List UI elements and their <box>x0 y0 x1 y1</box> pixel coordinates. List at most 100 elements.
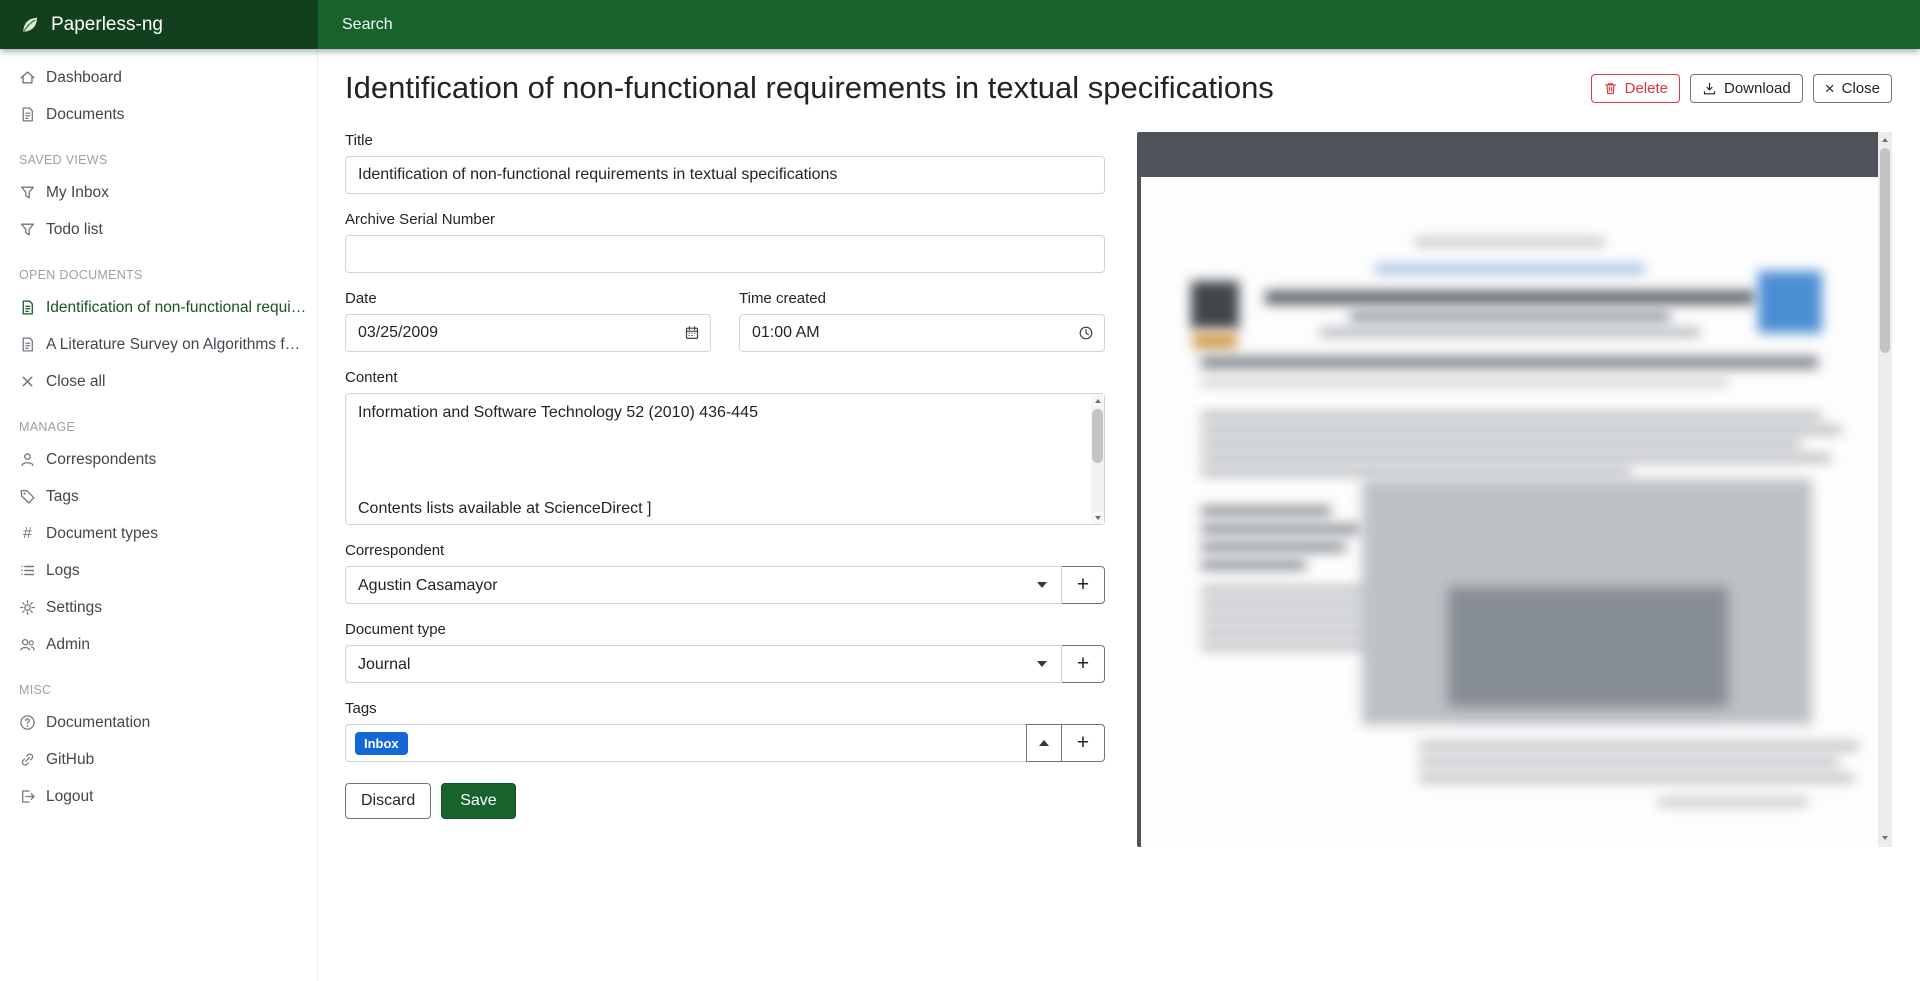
preview-blur-decoration <box>1191 281 1239 329</box>
sidebar-item-tags[interactable]: Tags <box>0 478 317 515</box>
correspondent-label: Correspondent <box>345 542 1105 559</box>
scroll-up-button[interactable] <box>1091 394 1104 407</box>
add-correspondent-button[interactable]: + <box>1061 566 1105 604</box>
file-icon <box>19 336 36 353</box>
sidebar-item-dashboard[interactable]: Dashboard <box>0 59 317 96</box>
tags-dropdown-button[interactable] <box>1026 724 1062 762</box>
sidebar-item-close-all[interactable]: Close all <box>0 363 317 400</box>
scroll-up-button[interactable] <box>1878 133 1892 147</box>
sidebar-item-label: Logs <box>46 562 80 580</box>
sidebar-item-correspondents[interactable]: Correspondents <box>0 441 317 478</box>
content-textarea[interactable]: Information and Software Technology 52 (… <box>345 393 1105 525</box>
archive-serial-number-input[interactable] <box>345 235 1105 273</box>
sidebar-item-settings[interactable]: Settings <box>0 589 317 626</box>
preview-blur-decoration <box>1265 291 1755 304</box>
preview-blur-decoration <box>1201 441 1801 447</box>
tags-input[interactable]: Inbox <box>345 724 1027 762</box>
page-title: Identification of non-functional require… <box>345 70 1274 106</box>
sidebar-item-logout[interactable]: Logout <box>0 778 317 815</box>
preview-blur-decoration <box>1201 455 1831 461</box>
brand[interactable]: Paperless-ng <box>0 0 318 49</box>
document-type-select[interactable]: Journal <box>345 645 1062 683</box>
hash-icon: # <box>19 525 36 542</box>
sidebar-item-label: Tags <box>46 488 79 506</box>
time-created-label: Time created <box>739 290 1105 307</box>
sidebar-item-documents[interactable]: Documents <box>0 96 317 133</box>
sidebar-item-label: Settings <box>46 599 102 617</box>
funnel-icon <box>19 184 36 201</box>
title-label: Title <box>345 132 1105 149</box>
preview-blur-decoration <box>1201 525 1361 533</box>
funnel-icon <box>19 221 36 238</box>
sidebar-item-label: Documentation <box>46 714 150 732</box>
gear-icon <box>19 599 36 616</box>
saved-views-section-header: SAVED VIEWS <box>0 133 317 174</box>
preview-blur-decoration <box>1201 427 1841 433</box>
sidebar-open-document-2[interactable]: A Literature Survey on Algorithms for Mu… <box>0 326 317 363</box>
preview-blur-decoration <box>1320 329 1700 336</box>
preview-blur-decoration <box>1419 775 1854 781</box>
close-icon: × <box>1825 80 1835 97</box>
tag-badge-inbox[interactable]: Inbox <box>355 732 408 755</box>
page-header: Identification of non-functional require… <box>345 70 1892 106</box>
delete-button[interactable]: Delete <box>1591 74 1680 103</box>
paperless-leaf-logo-icon <box>20 15 40 35</box>
preview-blur-decoration <box>1448 587 1728 707</box>
sidebar-item-label: Admin <box>46 636 90 654</box>
preview-blur-decoration <box>1201 469 1631 475</box>
top-navbar: Paperless-ng <box>0 0 1920 49</box>
discard-button[interactable]: Discard <box>345 783 431 819</box>
sidebar-item-admin[interactable]: Admin <box>0 626 317 663</box>
preview-blur-decoration <box>1201 380 1728 385</box>
download-icon <box>1702 81 1717 96</box>
misc-section-header: MISC <box>0 663 317 704</box>
search-input[interactable] <box>318 0 1920 49</box>
correspondent-select[interactable]: Agustin Casamayor <box>345 566 1062 604</box>
sidebar-item-todo-list[interactable]: Todo list <box>0 211 317 248</box>
save-button[interactable]: Save <box>441 783 515 819</box>
download-button[interactable]: Download <box>1690 74 1803 103</box>
scroll-down-button[interactable] <box>1878 831 1892 845</box>
date-created-input[interactable] <box>345 314 711 352</box>
add-document-type-button[interactable]: + <box>1061 645 1105 683</box>
sidebar-open-document-1[interactable]: Identification of non-functional require… <box>0 289 317 326</box>
preview-blur-decoration <box>1758 271 1822 333</box>
preview-blur-decoration <box>1201 561 1306 569</box>
sidebar-item-label: Dashboard <box>46 69 122 87</box>
sidebar: Dashboard Documents SAVED VIEWS My Inbox… <box>0 49 318 981</box>
sidebar-item-label: Correspondents <box>46 451 156 469</box>
preview-blur-decoration <box>1201 413 1821 419</box>
scrollbar-thumb[interactable] <box>1092 409 1103 463</box>
preview-blur-decoration <box>1201 357 1818 368</box>
sidebar-item-logs[interactable]: Logs <box>0 552 317 589</box>
document-actions: Delete Download × Close <box>1591 74 1892 103</box>
file-icon <box>19 299 36 316</box>
document-edit-form: Title Archive Serial Number Date Time cr… <box>345 132 1105 819</box>
person-icon <box>19 451 36 468</box>
scroll-down-button[interactable] <box>1091 511 1104 524</box>
pdf-preview[interactable] <box>1137 132 1892 847</box>
scrollbar-thumb[interactable] <box>1880 148 1890 353</box>
preview-blur-decoration <box>1658 799 1808 805</box>
download-button-label: Download <box>1724 80 1791 97</box>
trash-icon <box>1603 81 1618 96</box>
sidebar-item-documentation[interactable]: Documentation <box>0 704 317 741</box>
preview-blur-decoration <box>1201 507 1331 515</box>
sidebar-item-label: Documents <box>46 106 124 124</box>
title-input[interactable] <box>345 156 1105 194</box>
sidebar-item-my-inbox[interactable]: My Inbox <box>0 174 317 211</box>
manage-section-header: MANAGE <box>0 400 317 441</box>
time-created-input[interactable] <box>739 314 1105 352</box>
link-icon <box>19 751 36 768</box>
file-icon <box>19 106 36 123</box>
close-button[interactable]: × Close <box>1813 74 1892 103</box>
add-tag-button[interactable]: + <box>1061 724 1105 762</box>
sidebar-item-document-types[interactable]: # Document types <box>0 515 317 552</box>
sidebar-item-github[interactable]: GitHub <box>0 741 317 778</box>
preview-scrollbar[interactable] <box>1878 132 1892 847</box>
logout-icon <box>19 788 36 805</box>
home-icon <box>19 69 36 86</box>
sidebar-item-label: Identification of non-functional require… <box>46 299 307 317</box>
content-row: Title Archive Serial Number Date Time cr… <box>345 132 1892 847</box>
content-scrollbar[interactable] <box>1091 394 1104 524</box>
